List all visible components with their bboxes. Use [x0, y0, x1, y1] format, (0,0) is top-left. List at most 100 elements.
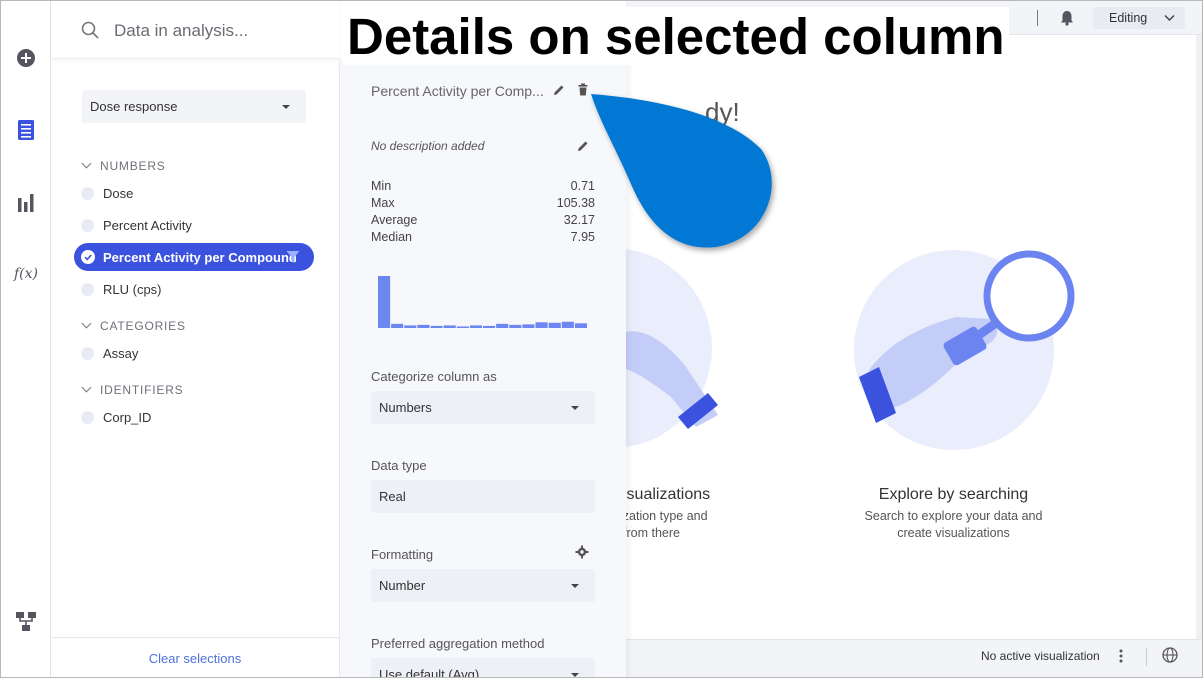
card1-line2: from there — [623, 526, 680, 540]
clear-selections-link[interactable]: Clear selections — [51, 651, 339, 666]
stat-row: Average 32.17 — [371, 213, 595, 230]
hand-pointer-illustration — [626, 249, 718, 447]
column-dot — [81, 187, 94, 200]
editing-mode-dropdown[interactable]: Editing — [1093, 7, 1185, 29]
stat-label: Median — [371, 230, 412, 244]
column-label: RLU (cps) — [103, 282, 162, 297]
clear-bar: Clear selections — [51, 637, 339, 677]
column-description: No description added — [371, 139, 485, 153]
column-statistics: Min 0.71 Max 105.38 Average 32.17 Median 7.9… — [371, 179, 595, 247]
histogram-bar — [535, 322, 548, 328]
column-details-panel: Percent Activity per Comp... No descript… — [339, 59, 626, 677]
histogram-bar — [483, 325, 496, 328]
histogram-bar — [430, 325, 443, 328]
magnifier-hand-illustration — [854, 250, 1075, 450]
histogram-bar — [443, 325, 456, 328]
bell-icon[interactable] — [1060, 10, 1074, 26]
histogram-bar — [548, 322, 561, 328]
card2-title: Explore by searching — [878, 486, 1029, 503]
table-selector[interactable]: Dose response — [82, 90, 306, 123]
search-bar[interactable]: Data in analysis... — [51, 1, 339, 59]
caret-down-icon — [571, 406, 579, 410]
datatype-value: Real — [379, 489, 406, 504]
datatype-label: Data type — [371, 458, 427, 473]
histogram-bar — [417, 324, 430, 328]
aggregation-dropdown[interactable]: Use default (Avg) — [371, 658, 595, 677]
histogram-bar — [378, 276, 391, 328]
group-categories-label: CATEGORIES — [100, 319, 186, 333]
gear-icon[interactable] — [575, 545, 589, 559]
status-divider — [1146, 648, 1147, 666]
histogram-bar — [561, 321, 574, 328]
data-panel-icon[interactable] — [14, 118, 38, 142]
column-label: Corp_ID — [103, 410, 152, 425]
column-dot — [81, 411, 94, 424]
filter-icon[interactable] — [286, 250, 300, 264]
editing-mode-label: Editing — [1109, 11, 1148, 25]
aggregation-label: Preferred aggregation method — [371, 636, 545, 651]
datatype-field: Real — [371, 480, 595, 513]
column-dot — [81, 347, 94, 360]
visualizations-icon[interactable] — [14, 190, 38, 214]
column-label: Percent Activity — [103, 218, 192, 233]
histogram-bar — [509, 324, 522, 328]
column-dot — [81, 283, 94, 296]
histogram-bar — [404, 325, 417, 328]
column-item-percent-activity-per-compound[interactable]: Percent Activity per Compound — [74, 243, 314, 271]
data-canvas-icon[interactable] — [14, 609, 38, 633]
data-panel: Data in analysis... Dose response NUMBER… — [51, 1, 339, 677]
stat-row: Max 105.38 — [371, 196, 595, 213]
chevron-down-icon — [81, 318, 92, 329]
search-input[interactable]: Data in analysis... — [114, 21, 248, 41]
canvas-edge — [1196, 35, 1202, 639]
chevron-down-icon — [1164, 14, 1175, 22]
app-window: f(x) Data in analysis... Dose response N… — [0, 0, 1203, 678]
callout-pointer — [591, 94, 772, 248]
group-identifiers-label: IDENTIFIERS — [100, 383, 184, 397]
categorize-dropdown[interactable]: Numbers — [371, 391, 595, 424]
column-name: Percent Activity per Comp... — [371, 83, 544, 99]
histogram-bar — [469, 325, 483, 328]
more-vertical-icon[interactable] — [1119, 648, 1123, 664]
page-title: Details on selected column — [343, 7, 1009, 65]
group-categories[interactable]: CATEGORIES — [81, 318, 186, 333]
card1-line1: ization type and — [620, 509, 708, 523]
stat-label: Min — [371, 179, 392, 193]
search-icon — [81, 21, 99, 39]
stat-row: Median 7.95 — [371, 230, 595, 247]
toolbar-divider — [1037, 10, 1038, 26]
card2-line2: create visualizations — [897, 526, 1010, 540]
formatting-label: Formatting — [371, 547, 434, 562]
chevron-down-icon — [81, 382, 92, 393]
histogram-bar — [522, 324, 535, 328]
chevron-down-icon — [81, 158, 92, 169]
caret-down-icon — [282, 105, 290, 109]
table-selector-value: Dose response — [90, 99, 178, 114]
stat-label: Average — [371, 213, 418, 227]
caret-down-icon — [571, 584, 579, 588]
column-dot — [81, 219, 94, 232]
globe-icon[interactable] — [1162, 647, 1178, 663]
histogram-bar — [391, 323, 404, 328]
categorize-label: Categorize column as — [371, 369, 497, 384]
stat-label: Max — [371, 196, 395, 210]
edit-name-icon[interactable] — [552, 83, 566, 97]
left-rail: f(x) — [1, 1, 51, 677]
group-numbers[interactable]: NUMBERS — [81, 158, 166, 173]
formatting-dropdown[interactable]: Number — [371, 569, 595, 602]
column-label: Dose — [103, 186, 134, 201]
group-numbers-label: NUMBERS — [100, 159, 166, 173]
histogram-bar — [456, 326, 469, 328]
categorize-value: Numbers — [379, 400, 432, 415]
check-icon — [81, 250, 95, 264]
card2-line1: Search to explore your data and — [864, 509, 1043, 523]
column-label: Percent Activity per Compound — [103, 250, 297, 265]
group-identifiers[interactable]: IDENTIFIERS — [81, 382, 184, 397]
formatting-value: Number — [379, 578, 426, 593]
card1-title: isualizations — [623, 486, 711, 503]
add-icon[interactable] — [14, 46, 38, 70]
histogram-bar — [496, 323, 509, 328]
status-text: No active visualization — [981, 649, 1100, 663]
function-icon[interactable]: f(x) — [14, 262, 38, 286]
value-histogram — [378, 276, 588, 328]
